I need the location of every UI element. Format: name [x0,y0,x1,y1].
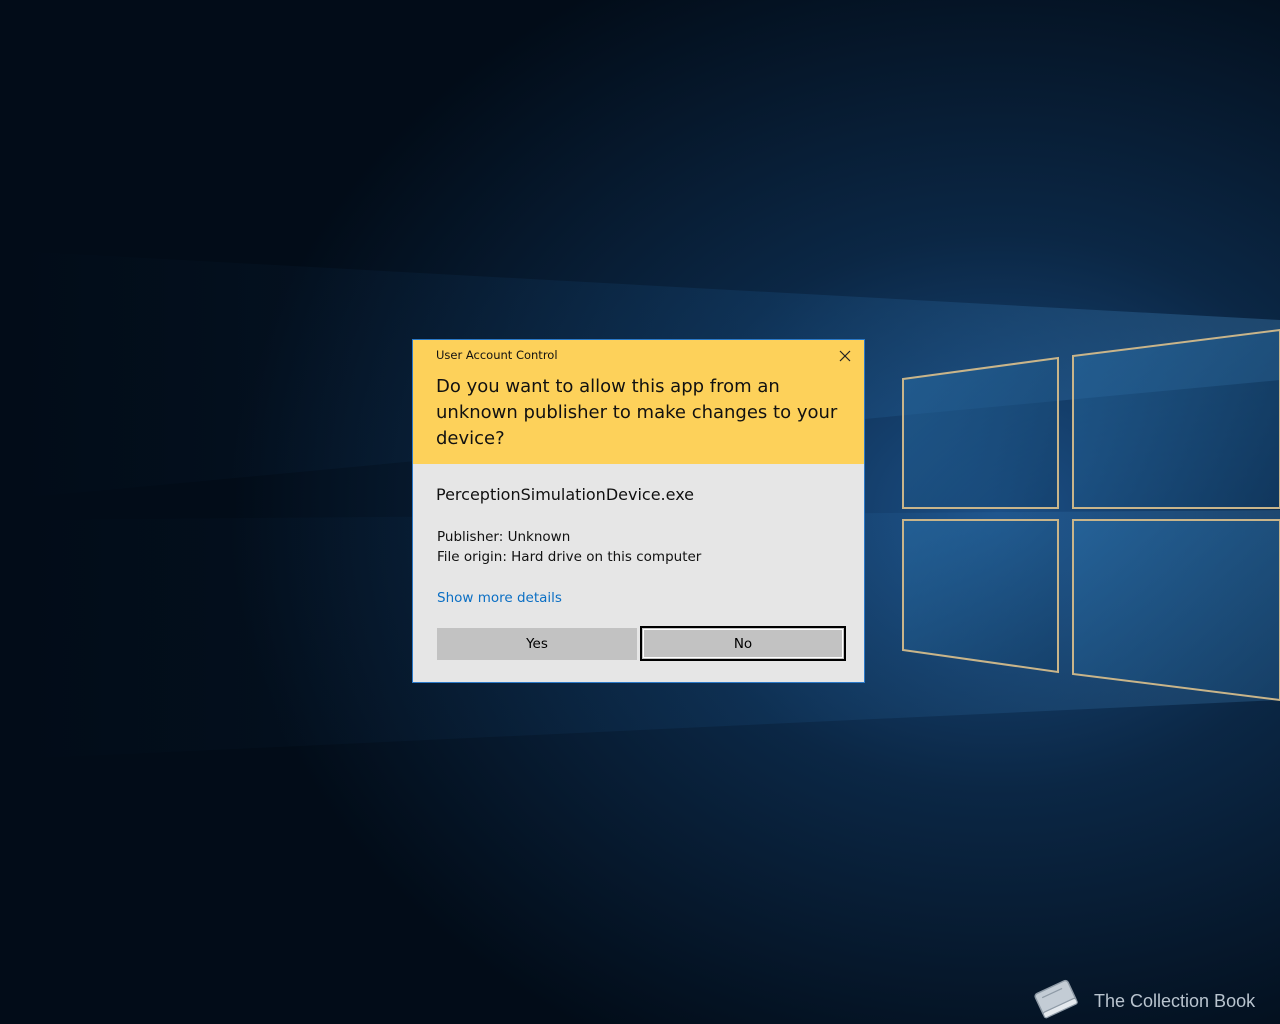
uac-dialog: User Account Control Do you want to allo… [412,339,865,683]
watermark-text: The Collection Book [1094,990,1256,1011]
publisher-text: Publisher: Unknown [437,529,571,545]
dialog-question: Do you want to allow this app from an un… [436,376,838,449]
uac-header: User Account Control Do you want to allo… [413,340,864,464]
no-button[interactable]: No [640,626,846,661]
dialog-caption: User Account Control [436,348,558,362]
close-icon[interactable] [835,346,855,366]
file-origin-text: File origin: Hard drive on this computer [437,549,702,565]
show-more-details-link[interactable]: Show more details [437,590,562,606]
yes-button[interactable]: Yes [437,628,637,660]
book-icon [1030,976,1082,1024]
watermark: The Collection Book [1030,976,1255,1024]
app-name: PerceptionSimulationDevice.exe [436,485,695,504]
